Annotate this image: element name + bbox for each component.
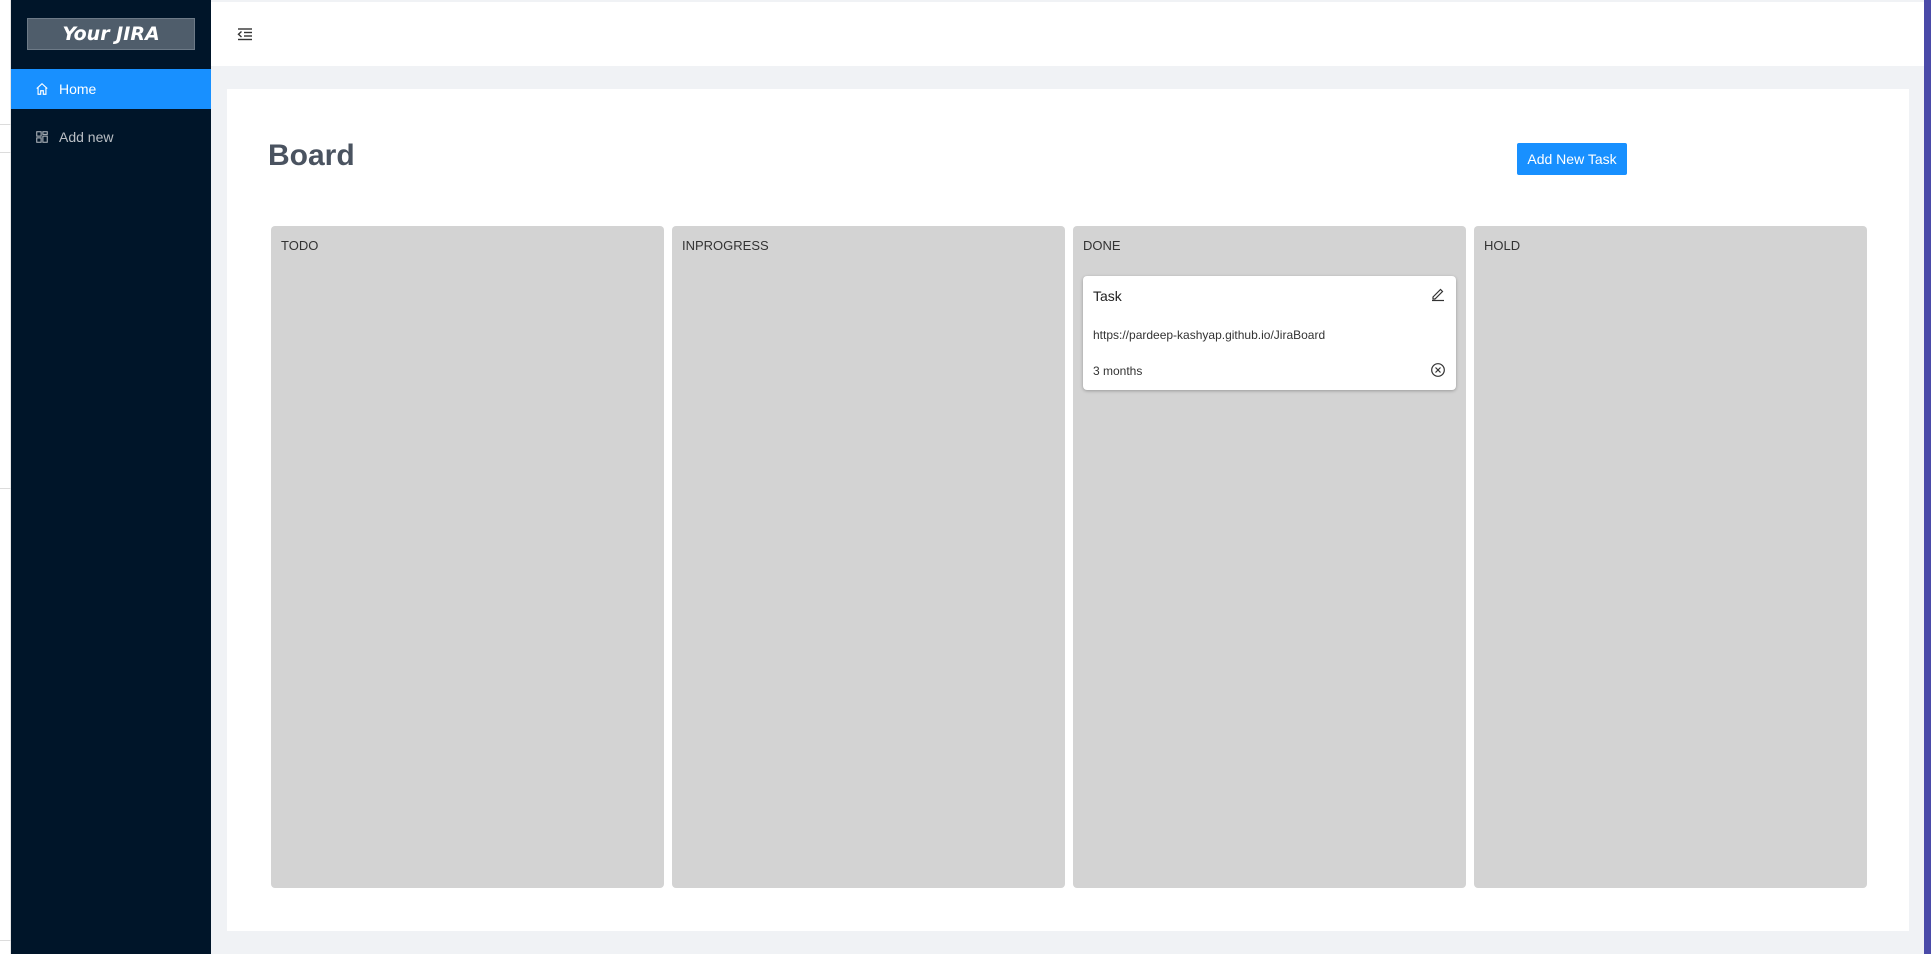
task-link: https://pardeep-kashyap.github.io/JiraBo…	[1093, 328, 1326, 342]
sidebar-item-label: Add new	[59, 129, 114, 145]
page-title: Board	[268, 139, 355, 172]
column-title: DONE	[1083, 238, 1121, 253]
logo: Your JIRA	[27, 18, 195, 50]
left-gutter	[0, 0, 11, 954]
gutter-divider	[0, 124, 11, 125]
column-title: INPROGRESS	[682, 238, 769, 253]
sidebar-menu: Home Add new	[11, 69, 211, 165]
menu-fold-icon[interactable]	[235, 24, 255, 44]
window-edge	[1924, 0, 1931, 954]
task-title: Task	[1093, 288, 1122, 304]
column-todo[interactable]: TODO	[271, 226, 664, 888]
layout-icon	[35, 130, 49, 144]
column-title: TODO	[281, 238, 319, 253]
sidebar-item-label: Home	[59, 81, 97, 97]
logo-text: Your JIRA	[62, 23, 160, 45]
home-icon	[35, 82, 49, 96]
gutter-divider	[0, 488, 11, 489]
column-inprogress[interactable]: INPROGRESS	[672, 226, 1065, 888]
column-title: HOLD	[1484, 238, 1521, 253]
sidebar: Your JIRA Home Add new	[11, 0, 211, 954]
column-done[interactable]: DONE Task https://pardeep-kashyap.github…	[1073, 226, 1466, 888]
top-header	[211, 2, 1924, 66]
close-circle-icon[interactable]	[1430, 362, 1446, 378]
add-new-task-button[interactable]: Add New Task	[1517, 143, 1627, 175]
main-area: Board Add New Task TODO INPROGRESS DONE …	[211, 0, 1924, 954]
edit-icon[interactable]	[1430, 286, 1446, 302]
board-columns: TODO INPROGRESS DONE Task https://pardee…	[271, 226, 1867, 888]
sidebar-item-add-new[interactable]: Add new	[11, 117, 211, 157]
task-card[interactable]: Task https://pardeep-kashyap.github.io/J…	[1083, 276, 1456, 390]
task-time: 3 months	[1093, 364, 1143, 378]
gutter-divider	[0, 152, 11, 153]
gutter-divider	[0, 940, 11, 941]
board-content: Board Add New Task TODO INPROGRESS DONE …	[227, 89, 1909, 931]
app-window: Your JIRA Home Add new Board Add New Tas…	[0, 0, 1931, 954]
column-hold[interactable]: HOLD	[1474, 226, 1867, 888]
sidebar-item-home[interactable]: Home	[11, 69, 211, 109]
